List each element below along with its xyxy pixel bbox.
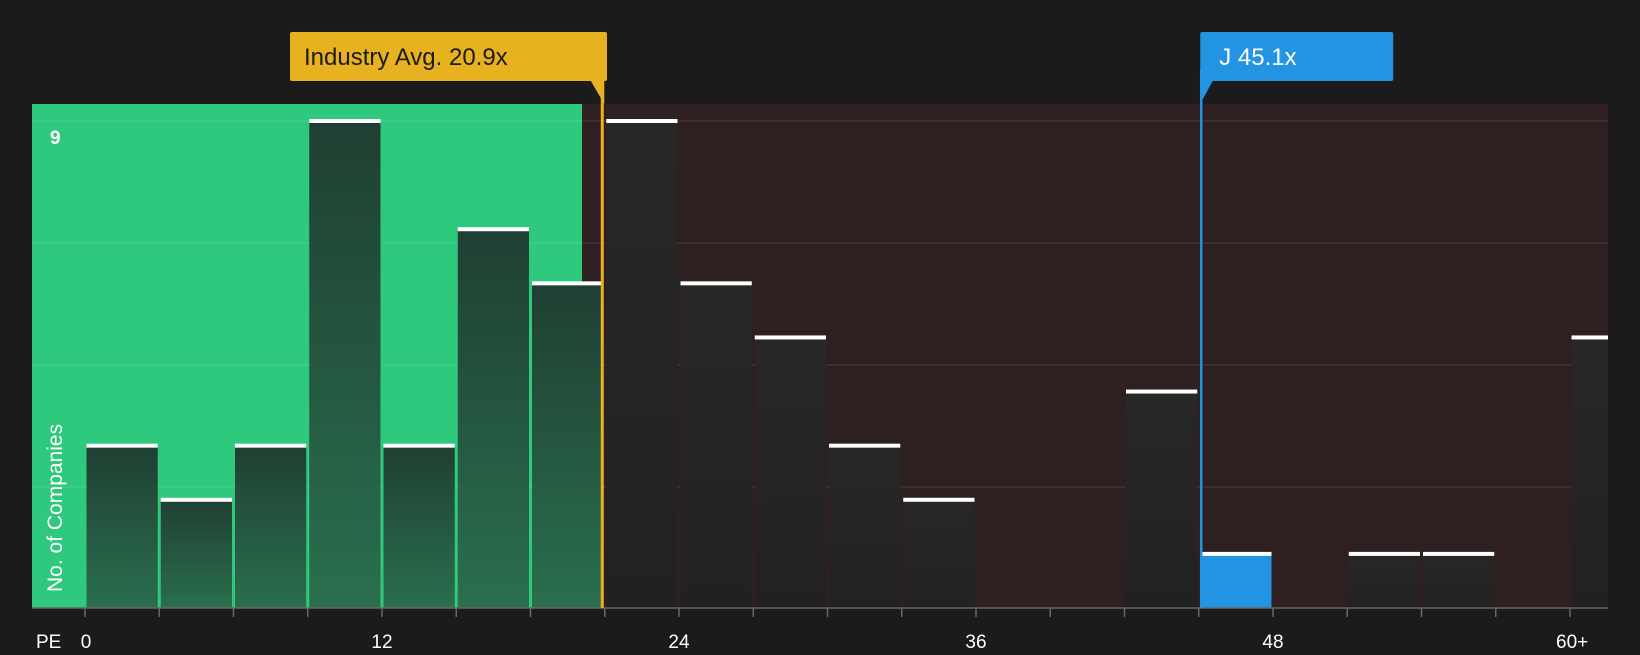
- bar: [86, 445, 158, 608]
- bar: [235, 445, 307, 608]
- bar: [903, 499, 975, 608]
- bar-cap: [680, 281, 752, 286]
- bar-cap: [1126, 389, 1198, 394]
- bar: [160, 499, 232, 608]
- bar-cap: [1571, 335, 1608, 340]
- y-axis-label: No. of Companies: [44, 424, 67, 592]
- x-tick-label: 0: [81, 632, 92, 650]
- bar-cap: [309, 119, 381, 123]
- bar: [1126, 391, 1198, 608]
- bar-cap: [160, 497, 232, 502]
- x-tick-label: 24: [668, 632, 690, 650]
- bar: [1571, 337, 1608, 608]
- x-tick-label: 12: [371, 632, 392, 650]
- bar-cap: [532, 281, 604, 286]
- x-tick-label: 36: [965, 632, 986, 650]
- bar: [532, 283, 604, 608]
- bar-cap: [754, 335, 826, 340]
- bar-cap: [606, 119, 678, 123]
- bar: [1423, 553, 1495, 608]
- bar-cap: [903, 497, 975, 502]
- bar: [383, 445, 455, 608]
- chart-svg: 0 12 24 36 48 60+ PE 9 No. of Companies Industry …: [32, 32, 1608, 653]
- bar-cap: [1200, 551, 1272, 556]
- pe-distribution-chart: 0 12 24 36 48 60+ PE 9 No. of Companies Industry …: [0, 0, 1640, 653]
- bar-cap: [235, 443, 307, 448]
- company-pe-pointer: [1200, 80, 1214, 104]
- x-tick-label: 60+: [1556, 632, 1588, 650]
- bar: [680, 283, 752, 608]
- company-pe-label: J 45.1x: [1219, 44, 1296, 71]
- bar-cap: [383, 443, 455, 448]
- industry-avg-pointer: [590, 80, 605, 104]
- bar: [829, 445, 901, 608]
- bar-cap: [1348, 551, 1420, 556]
- x-tick-label: 48: [1262, 632, 1283, 650]
- bar: [309, 121, 381, 608]
- bar: [754, 337, 826, 608]
- bar-cap: [86, 443, 158, 448]
- bar-cap: [1423, 551, 1495, 556]
- y-tick-label: 9: [50, 128, 61, 149]
- bar-cap: [457, 227, 529, 232]
- x-axis-label: PE: [36, 632, 61, 650]
- bar-cap: [829, 443, 901, 448]
- bar: [1348, 553, 1420, 608]
- bar: [606, 121, 678, 608]
- bar: [1200, 553, 1272, 608]
- bar: [457, 229, 529, 608]
- industry-avg-label: Industry Avg. 20.9x: [304, 44, 508, 71]
